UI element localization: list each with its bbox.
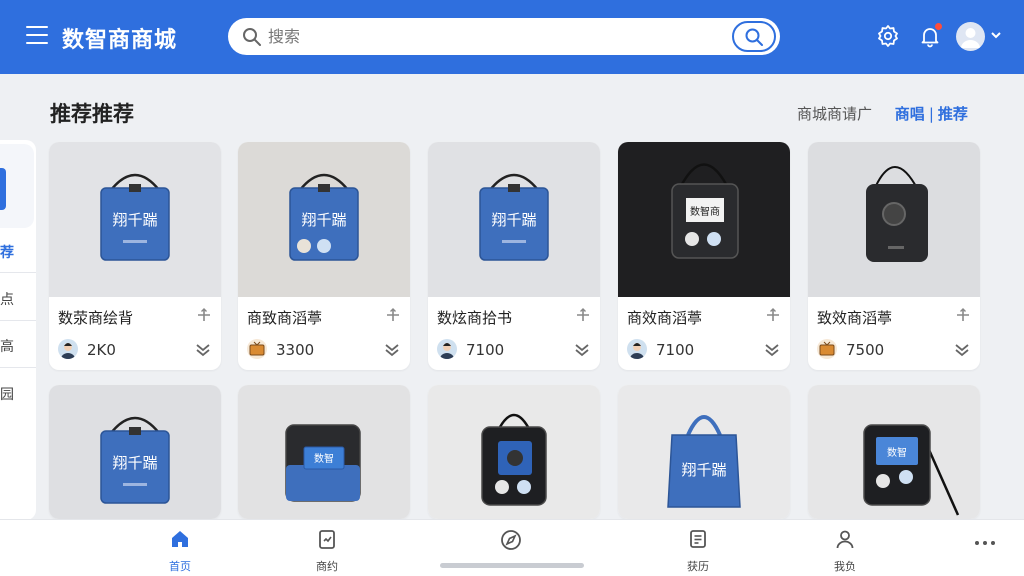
seller-avatar	[437, 339, 457, 359]
product-card[interactable]: 数智商商效商滔葶 7100	[618, 142, 790, 370]
product-price: 7100	[656, 341, 695, 359]
collect-icon[interactable]	[954, 343, 970, 357]
nav-history[interactable]: 获历	[668, 528, 728, 574]
collect-icon[interactable]	[764, 343, 780, 357]
svg-text:翔千踹: 翔千踹	[491, 211, 536, 229]
product-name: 致效商滔葶	[817, 309, 893, 327]
product-image: 数智商	[618, 142, 790, 297]
collect-icon[interactable]	[195, 343, 211, 357]
sidebar-item-2[interactable]: 点	[0, 289, 36, 309]
notification-badge	[935, 23, 942, 30]
nav-profile[interactable]: 我负	[815, 528, 875, 574]
sidebar-item-4[interactable]: 园	[0, 384, 36, 404]
document-icon	[319, 530, 335, 549]
product-image: 翔千踹	[618, 385, 790, 519]
product-image: 翔千踹	[238, 142, 410, 297]
search-button[interactable]	[732, 21, 776, 52]
product-price: 2K0	[87, 341, 116, 359]
product-name: 商致商滔葶	[247, 309, 323, 327]
product-card[interactable]: 翔千踹商致商滔葶 3300	[238, 142, 410, 370]
link-divider: |	[928, 105, 934, 123]
menu-icon[interactable]	[26, 26, 48, 46]
svg-text:数智: 数智	[314, 452, 334, 465]
user-icon	[836, 530, 854, 549]
product-image	[808, 142, 980, 297]
sidebar-item-3[interactable]: 高	[0, 336, 36, 356]
nav-label: 商约	[316, 560, 338, 573]
product-image	[428, 385, 600, 519]
product-card[interactable]	[428, 385, 600, 519]
top-app-bar: 数智商商城	[0, 0, 1024, 74]
product-card[interactable]: 致效商滔葶 7500	[808, 142, 980, 370]
product-price: 3300	[276, 341, 315, 359]
home-icon	[172, 531, 188, 547]
home-indicator	[440, 563, 584, 568]
collect-icon[interactable]	[384, 343, 400, 357]
nav-discover[interactable]	[481, 528, 541, 556]
product-card[interactable]: 翔千踹	[618, 385, 790, 519]
page-title: 推荐推荐	[50, 102, 134, 126]
product-card[interactable]: 数智	[238, 385, 410, 519]
seller-avatar	[247, 339, 267, 359]
share-icon[interactable]	[576, 308, 590, 322]
product-name: 数荥商绘背	[58, 309, 134, 327]
product-card[interactable]: 翔千踹	[49, 385, 221, 519]
product-name: 数炫商拾书	[437, 309, 513, 327]
search-icon	[745, 28, 763, 46]
section-link-1[interactable]: 商唱	[895, 105, 925, 123]
category-sidebar: 荐 点 高 园	[0, 140, 36, 520]
sidebar-item-recommend[interactable]: 荐	[0, 242, 36, 262]
svg-text:翔千踹: 翔千踹	[301, 211, 346, 229]
share-icon[interactable]	[956, 308, 970, 322]
svg-text:数智: 数智	[887, 446, 907, 459]
sidebar-active-indicator	[0, 144, 34, 228]
list-icon	[690, 530, 706, 548]
product-card[interactable]: 翔千踹数炫商拾书 7100	[428, 142, 600, 370]
settings-icon[interactable]	[876, 24, 900, 48]
seller-avatar	[627, 339, 647, 359]
svg-text:翔千踹: 翔千踹	[112, 211, 157, 229]
section-links: 商城商请广 商唱 | 推荐	[797, 103, 968, 124]
app-title: 数智商商城	[62, 28, 178, 53]
product-card[interactable]: 翔千踹数荥商绘背 2K0	[49, 142, 221, 370]
product-image: 翔千踹	[49, 385, 221, 519]
nav-label: 首页	[169, 560, 191, 573]
notification-button[interactable]	[918, 23, 942, 48]
nav-more[interactable]	[955, 532, 1015, 551]
product-image: 数智	[808, 385, 980, 519]
seller-avatar	[58, 339, 78, 359]
share-icon[interactable]	[197, 308, 211, 322]
share-icon[interactable]	[386, 308, 400, 322]
search-icon	[243, 28, 261, 46]
svg-text:翔千踹: 翔千踹	[112, 454, 157, 472]
collect-icon[interactable]	[574, 343, 590, 357]
more-icon	[975, 541, 995, 545]
user-avatar-icon	[961, 28, 980, 48]
search-bar[interactable]	[228, 18, 780, 55]
product-image: 翔千踹	[49, 142, 221, 297]
product-image: 数智	[238, 385, 410, 519]
product-price: 7500	[846, 341, 885, 359]
share-icon[interactable]	[766, 308, 780, 322]
seller-avatar	[817, 339, 837, 359]
svg-text:数智商: 数智商	[690, 205, 720, 218]
product-name: 商效商滔葶	[627, 309, 703, 327]
avatar[interactable]	[956, 22, 985, 51]
chevron-down-icon[interactable]	[990, 30, 1002, 40]
nav-label: 获历	[687, 560, 709, 573]
section-link-plain[interactable]: 商城商请广	[797, 105, 872, 123]
compass-icon	[501, 530, 521, 550]
product-price: 7100	[466, 341, 505, 359]
product-image: 翔千踹	[428, 142, 600, 297]
nav-home[interactable]: 首页	[150, 528, 210, 574]
nav-orders[interactable]: 商约	[297, 528, 357, 574]
section-link-2[interactable]: 推荐	[938, 105, 968, 123]
product-card[interactable]: 数智	[808, 385, 980, 519]
svg-text:翔千踹: 翔千踹	[681, 461, 726, 479]
search-input[interactable]	[268, 24, 708, 49]
nav-label: 我负	[834, 560, 856, 573]
